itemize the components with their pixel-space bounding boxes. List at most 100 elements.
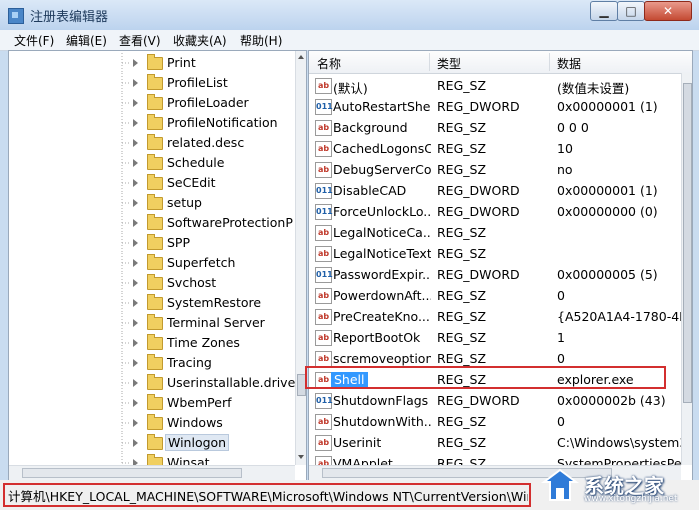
registry-tree-pane[interactable]: Print ProfileList ProfileLoader ProfileNoti… bbox=[8, 50, 307, 481]
expand-arrow-icon[interactable] bbox=[133, 159, 138, 167]
list-row[interactable]: abCachedLogonsC... REG_SZ 10 bbox=[309, 138, 681, 159]
tree-item[interactable]: Userinstallable.drive bbox=[9, 373, 295, 393]
expand-arrow-icon[interactable] bbox=[133, 219, 138, 227]
string-value-icon: ab bbox=[315, 246, 332, 262]
menu-edit[interactable]: 编辑(E) bbox=[66, 32, 107, 49]
list-row[interactable]: 011 PasswordExpir... REG_DWORD 0x00000005 (… bbox=[309, 264, 681, 285]
list-row[interactable]: 011 DisableCAD REG_DWORD 0x00000001 (1) bbox=[309, 180, 681, 201]
tree-item[interactable]: Schedule bbox=[9, 153, 294, 173]
expand-arrow-icon[interactable] bbox=[133, 379, 138, 387]
tree-item[interactable]: Svchost bbox=[9, 273, 294, 293]
registry-values-pane[interactable]: 名称 类型 数据 ab (默认) REG_SZ (数值未设置) 011 AutoResta… bbox=[308, 50, 693, 481]
menu-file[interactable]: 文件(F) bbox=[14, 32, 54, 49]
folder-icon bbox=[147, 374, 163, 390]
expand-arrow-icon[interactable] bbox=[133, 319, 138, 327]
expand-arrow-icon[interactable] bbox=[133, 239, 138, 247]
expand-arrow-icon[interactable] bbox=[133, 259, 138, 267]
value-name: (默认) bbox=[333, 81, 368, 96]
list-row[interactable]: abDebugServerCo... REG_SZ no bbox=[309, 159, 681, 180]
list-row[interactable]: ab ShutdownWith... REG_SZ 0 bbox=[309, 411, 681, 432]
tree-guide-lines bbox=[121, 393, 129, 413]
tree-item[interactable]: WbemPerf bbox=[9, 393, 294, 413]
shell-row-highlight-box bbox=[305, 366, 666, 389]
tree-item[interactable]: Time Zones bbox=[9, 333, 294, 353]
expand-arrow-icon[interactable] bbox=[133, 399, 138, 407]
tree-item[interactable]: ProfileList bbox=[9, 73, 294, 93]
value-type: REG_SZ bbox=[437, 78, 487, 93]
column-divider[interactable] bbox=[429, 53, 430, 71]
menu-help[interactable]: 帮助(H) bbox=[240, 32, 282, 49]
tree-item[interactable]: ProfileNotification bbox=[9, 113, 294, 133]
expand-arrow-icon[interactable] bbox=[133, 359, 138, 367]
list-scroll-thumb[interactable] bbox=[683, 83, 692, 403]
minimize-button[interactable]: ▁ bbox=[590, 1, 618, 21]
tree-item-label: ProfileLoader bbox=[167, 95, 249, 110]
window-title: 注册表编辑器 bbox=[30, 10, 109, 25]
expand-arrow-icon[interactable] bbox=[133, 419, 138, 427]
tree-item[interactable]: Print bbox=[9, 53, 294, 73]
expand-arrow-icon[interactable] bbox=[133, 79, 138, 87]
tree-item[interactable]: Terminal Server bbox=[9, 313, 294, 333]
tree-item[interactable]: SoftwareProtectionP bbox=[9, 213, 294, 233]
tree-guide-lines bbox=[121, 293, 129, 313]
expand-arrow-icon[interactable] bbox=[133, 119, 138, 127]
column-name-header[interactable]: 名称 bbox=[317, 55, 341, 72]
tree-item[interactable]: Winlogon bbox=[9, 433, 294, 453]
scroll-down-icon[interactable] bbox=[298, 455, 304, 459]
list-row[interactable]: 011 ForceUnlockLo... REG_DWORD 0x00000000 (… bbox=[309, 201, 681, 222]
tree-horizontal-scrollbar[interactable] bbox=[9, 465, 295, 480]
expand-arrow-icon[interactable] bbox=[133, 59, 138, 67]
maximize-button[interactable]: □ bbox=[617, 1, 645, 21]
tree-item[interactable]: related.desc bbox=[9, 133, 294, 153]
expand-arrow-icon[interactable] bbox=[133, 439, 138, 447]
list-row[interactable]: ab ReportBootOk REG_SZ 1 bbox=[309, 327, 681, 348]
expand-arrow-icon[interactable] bbox=[133, 99, 138, 107]
list-row[interactable]: ab PowerdownAft... REG_SZ 0 bbox=[309, 285, 681, 306]
expand-arrow-icon[interactable] bbox=[133, 199, 138, 207]
tree-item[interactable]: ProfileLoader bbox=[9, 93, 294, 113]
folder-icon bbox=[147, 234, 163, 250]
value-data: {A520A1A4-1780-4FF bbox=[557, 309, 693, 324]
column-type-header[interactable]: 类型 bbox=[437, 55, 461, 72]
menu-favorites[interactable]: 收藏夹(A) bbox=[173, 32, 227, 49]
expand-arrow-icon[interactable] bbox=[133, 179, 138, 187]
value-data: 0 bbox=[557, 288, 565, 303]
tree-item[interactable]: SPP bbox=[9, 233, 294, 253]
expand-arrow-icon[interactable] bbox=[133, 139, 138, 147]
folder-icon bbox=[147, 54, 163, 70]
title-bar: 注册表编辑器 ▁ □ ✕ bbox=[0, 0, 699, 30]
list-row[interactable]: ab LegalNoticeCa... REG_SZ bbox=[309, 222, 681, 243]
list-row[interactable]: ab Background REG_SZ 0 0 0 bbox=[309, 117, 681, 138]
string-value-icon: ab bbox=[315, 141, 332, 157]
tree-item[interactable]: SeCEdit bbox=[9, 173, 294, 193]
list-row[interactable]: ab LegalNoticeText REG_SZ bbox=[309, 243, 681, 264]
tree-item[interactable]: Superfetch bbox=[9, 253, 294, 273]
tree-item[interactable]: Windows bbox=[9, 413, 294, 433]
expand-arrow-icon[interactable] bbox=[133, 279, 138, 287]
list-row[interactable]: 011 AutoRestartShell REG_DWORD 0x00000001 (… bbox=[309, 96, 681, 117]
value-type: REG_SZ bbox=[437, 225, 487, 240]
expand-arrow-icon[interactable] bbox=[133, 339, 138, 347]
list-vertical-scrollbar[interactable] bbox=[681, 73, 692, 465]
expand-arrow-icon[interactable] bbox=[133, 299, 138, 307]
close-button[interactable]: ✕ bbox=[644, 1, 692, 21]
value-data: 0x0000002b (43) bbox=[557, 393, 666, 408]
tree-item-label: ProfileList bbox=[167, 75, 228, 90]
tree-item[interactable]: setup bbox=[9, 193, 294, 213]
column-divider[interactable] bbox=[549, 53, 550, 71]
list-row[interactable]: ab PreCreateKno... REG_SZ {A520A1A4-1780-4F… bbox=[309, 306, 692, 327]
tree-guide-lines bbox=[121, 413, 129, 433]
tree-guide-lines bbox=[121, 113, 129, 133]
tree-item[interactable]: Tracing bbox=[9, 353, 294, 373]
value-name: PasswordExpir... bbox=[333, 267, 431, 282]
tree-item[interactable]: SystemRestore bbox=[9, 293, 294, 313]
scroll-up-icon[interactable] bbox=[298, 55, 304, 59]
list-row[interactable]: ab (默认) REG_SZ (数值未设置) bbox=[309, 75, 681, 96]
tree-vertical-scrollbar[interactable] bbox=[295, 51, 306, 465]
list-row[interactable]: 011 ShutdownFlags REG_DWORD 0x0000002b (43) bbox=[309, 390, 681, 411]
tree-item-label: SoftwareProtectionP bbox=[167, 215, 293, 230]
column-data-header[interactable]: 数据 bbox=[557, 55, 581, 72]
menu-view[interactable]: 查看(V) bbox=[119, 32, 161, 49]
list-row[interactable]: ab Userinit REG_SZ C:\Windows\system3 bbox=[309, 432, 687, 453]
tree-hscroll-thumb[interactable] bbox=[22, 468, 242, 478]
